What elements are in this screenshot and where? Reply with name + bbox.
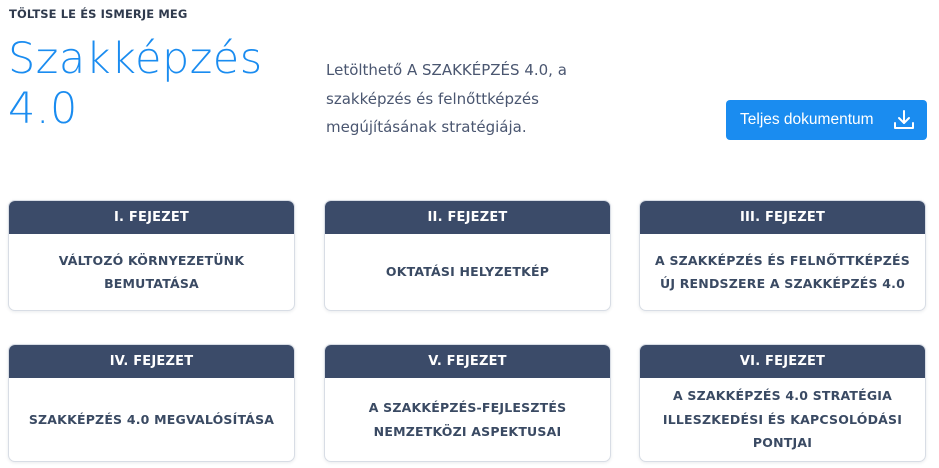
- chapter-label: II. FEJEZET: [325, 201, 610, 234]
- download-full-document-button[interactable]: Teljes dokumentum: [726, 100, 927, 140]
- chapter-label: VI. FEJEZET: [640, 345, 925, 378]
- chapter-title: A SZAKKÉPZÉS-FEJLESZTÉS NEMZETKÖZI ASPEK…: [368, 400, 567, 439]
- chapter-title: A SZAKKÉPZÉS 4.0 STRATÉGIA ILLESZKEDÉSI …: [662, 388, 903, 451]
- chapter-title: SZAKKÉPZÉS 4.0 MEGVALÓSÍTÁSA: [28, 411, 275, 427]
- chapter-card-6[interactable]: VI. FEJEZET A SZAKKÉPZÉS 4.0 STRATÉGIA I…: [639, 344, 926, 462]
- section-eyebrow: TÖLTSE LE ÉS ISMERJE MEG: [9, 7, 188, 21]
- chapter-label: IV. FEJEZET: [9, 345, 294, 378]
- chapter-card-5[interactable]: V. FEJEZET A SZAKKÉPZÉS-FEJLESZTÉS NEMZE…: [324, 344, 611, 462]
- download-icon: [894, 110, 914, 129]
- chapter-card-2[interactable]: II. FEJEZET OKTATÁSI HELYZETKÉP: [324, 200, 611, 311]
- chapter-card-1[interactable]: I. FEJEZET VÁLTOZÓ KÖRNYEZETÜNK BEMUTATÁ…: [8, 200, 295, 311]
- page-description: Letölthető A SZAKKÉPZÉS 4.0, a szakképzé…: [326, 61, 567, 136]
- chapter-title: A SZAKKÉPZÉS ÉS FELNŐTTKÉPZÉS ÚJ RENDSZE…: [655, 252, 910, 292]
- chapter-title: VÁLTOZÓ KÖRNYEZETÜNK BEMUTATÁSA: [58, 252, 245, 292]
- page-title: Szakképzés 4.0: [8, 34, 263, 134]
- download-button-label: Teljes dokumentum: [740, 111, 874, 128]
- chapter-card-4[interactable]: IV. FEJEZET SZAKKÉPZÉS 4.0 MEGVALÓSÍTÁSA: [8, 344, 295, 462]
- chapter-label: I. FEJEZET: [9, 201, 294, 234]
- chapter-label: V. FEJEZET: [325, 345, 610, 378]
- chapter-title: OKTATÁSI HELYZETKÉP: [385, 264, 550, 280]
- chapter-card-3[interactable]: III. FEJEZET A SZAKKÉPZÉS ÉS FELNŐTTKÉPZ…: [639, 200, 926, 311]
- chapter-label: III. FEJEZET: [640, 201, 925, 234]
